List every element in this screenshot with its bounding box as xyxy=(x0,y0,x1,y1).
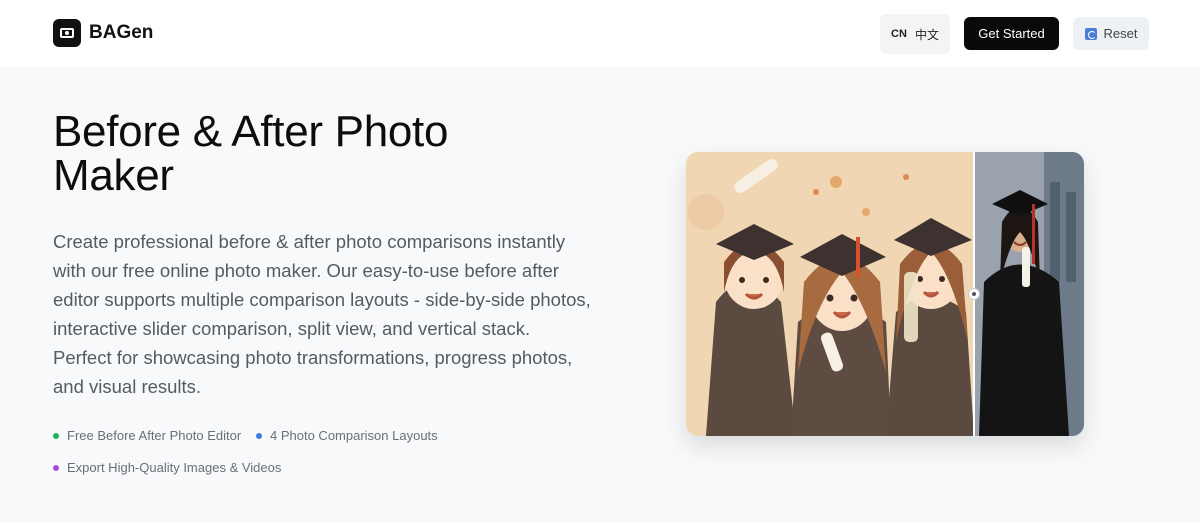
language-code: CN xyxy=(891,28,907,40)
slider-handle-icon[interactable] xyxy=(968,288,980,300)
feature-label: Export High-Quality Images & Videos xyxy=(67,460,282,475)
feature-label: Free Before After Photo Editor xyxy=(67,428,242,443)
feature-item-layouts: 4 Photo Comparison Layouts xyxy=(256,428,438,443)
feature-item-free-editor: Free Before After Photo Editor xyxy=(53,428,241,443)
feature-item-export: Export High-Quality Images & Videos xyxy=(53,460,281,475)
before-image xyxy=(686,152,974,436)
brand-name[interactable]: BAGen xyxy=(89,22,153,44)
logo-icon[interactable] xyxy=(53,19,81,47)
feature-label: 4 Photo Comparison Layouts xyxy=(270,428,438,443)
blue-dot-icon xyxy=(256,432,262,439)
top-navbar: BAGen CN 中文 Get Started Reset xyxy=(0,0,1200,67)
page-title: Before & After Photo Maker xyxy=(53,107,449,200)
reset-button[interactable]: Reset xyxy=(1073,17,1149,50)
comparison-preview[interactable] xyxy=(686,152,1084,436)
green-dot-icon xyxy=(53,432,59,439)
hero-description: Create professional before & after photo… xyxy=(53,231,591,397)
reset-label: Reset xyxy=(1103,26,1138,41)
after-image xyxy=(974,152,1084,436)
get-started-button[interactable]: Get Started xyxy=(964,17,1059,50)
language-switch-button[interactable]: CN 中文 xyxy=(880,14,950,54)
language-label: 中文 xyxy=(914,27,939,42)
purple-dot-icon xyxy=(53,464,59,471)
reset-icon xyxy=(1084,27,1097,40)
